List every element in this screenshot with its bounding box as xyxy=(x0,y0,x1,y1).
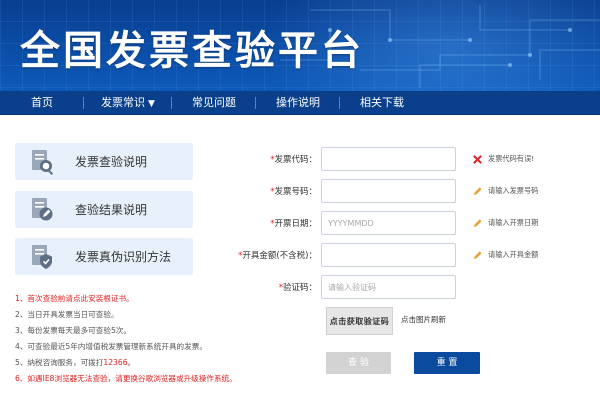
pencil-icon xyxy=(473,186,482,195)
invoice-amount-hint-text: 请输入开具金额 xyxy=(488,250,539,259)
nav-item-label: 常见问题 xyxy=(192,95,236,109)
query-button[interactable]: 查 验 xyxy=(326,352,391,374)
invoice-number-hint-text: 请输入发票号码 xyxy=(488,186,539,195)
form-row-amount: *开具金额(不含税)： xyxy=(230,243,456,267)
invoice-number-label-text: 发票号码： xyxy=(274,187,317,197)
note-hotline-prefix: 5、纳税咨询服务，可拨打 xyxy=(15,358,104,367)
note-five-years: 4、可查验最近5年内增值税发票管理新系统开具的发票。 xyxy=(15,342,207,351)
note-hotline-suffix: 。 xyxy=(127,358,136,367)
invoice-date-hint-text: 请输入开票日期 xyxy=(488,218,539,227)
invoice-number-input[interactable] xyxy=(321,179,456,203)
form-row-captcha: *验证码： xyxy=(230,275,456,299)
nav-item-instructions[interactable]: 操作说明 xyxy=(256,91,340,115)
invoice-number-label: *发票号码： xyxy=(270,187,317,197)
note-same-day: 2、当日开具发票当日可查验。 xyxy=(15,310,119,319)
document-shield-icon xyxy=(32,244,52,269)
invoice-date-hint: 请输入开票日期 xyxy=(472,211,538,235)
note-hotline: 5、纳税咨询服务，可拨打12366。 xyxy=(15,355,250,371)
page-title: 全国发票查验平台 xyxy=(20,28,364,74)
captcha-label: *验证码： xyxy=(278,283,317,293)
nav-item-label: 操作说明 xyxy=(276,95,320,109)
invoice-code-input[interactable] xyxy=(321,147,456,171)
invoice-date-label: *开票日期： xyxy=(270,219,317,229)
form-row-code: *发票代码： xyxy=(230,147,456,171)
captcha-input[interactable] xyxy=(321,275,456,299)
document-search-icon xyxy=(32,149,54,175)
invoice-code-hint: 发票代码有误! xyxy=(472,147,534,171)
notes-list: 1、首次查验前请点此安装根证书。 2、当日开具发票当日可查验。 3、每份发票每天… xyxy=(15,291,250,387)
note-install-certificate[interactable]: 1、首次查验前请点此安装根证书。 xyxy=(15,291,250,307)
captcha-image[interactable]: 点击获取验证码 xyxy=(326,307,393,335)
sidebar-card-check-instructions[interactable]: 发票查验说明 xyxy=(15,143,193,180)
pencil-icon xyxy=(473,250,482,259)
sidebar-card-authenticity-methods[interactable]: 发票真伪识别方法 xyxy=(15,238,193,275)
invoice-code-label: *发票代码： xyxy=(270,155,317,165)
nav-item-label: 发票常识 xyxy=(101,95,146,109)
invoice-code-hint-text: 发票代码有误! xyxy=(488,154,535,163)
form-row-date: *开票日期： xyxy=(230,211,456,235)
invoice-amount-label-text: 开具金额(不含税)： xyxy=(242,251,317,261)
chevron-down-icon: ▼ xyxy=(148,98,155,109)
form-row-number: *发票号码： xyxy=(230,179,456,203)
note-max-checks: 3、每份发票每天最多可查验5次。 xyxy=(15,326,131,335)
sidebar-card-label: 查验结果说明 xyxy=(75,203,148,217)
note-ie8: 6、如遇IE8浏览器无法查验，请更换谷歌浏览器或升级操作系统。 xyxy=(15,374,237,383)
nav-item-home[interactable]: 首页 xyxy=(0,91,84,115)
document-edit-icon xyxy=(32,197,53,220)
invoice-amount-input[interactable] xyxy=(321,243,456,267)
sidebar-card-label: 发票查验说明 xyxy=(75,155,148,169)
invoice-date-input[interactable] xyxy=(321,211,456,235)
invoice-number-hint: 请输入发票号码 xyxy=(472,179,538,203)
header-banner: 全国发票查验平台 xyxy=(0,0,600,91)
invoice-code-label-text: 发票代码： xyxy=(274,155,317,165)
error-x-icon xyxy=(473,154,482,164)
captcha-label-text: 验证码： xyxy=(282,283,317,293)
reset-button[interactable]: 重 置 xyxy=(414,352,480,374)
nav-item-label: 相关下载 xyxy=(360,95,404,109)
main-nav: 首页 发票常识 ▼ 常见问题 操作说明 相关下载 xyxy=(0,91,600,115)
nav-item-invoice-knowledge[interactable]: 发票常识 ▼ xyxy=(84,91,172,115)
invoice-amount-label: *开具金额(不含税)： xyxy=(238,251,317,261)
invoice-date-label-text: 开票日期： xyxy=(274,219,317,229)
hotline-number: 12366 xyxy=(103,358,128,367)
invoice-amount-hint: 请输入开具金额 xyxy=(472,243,538,267)
sidebar-card-result-instructions[interactable]: 查验结果说明 xyxy=(15,191,193,228)
captcha-refresh-link[interactable]: 点击图片刷新 xyxy=(401,314,446,325)
pencil-icon xyxy=(473,218,482,227)
nav-item-downloads[interactable]: 相关下载 xyxy=(340,91,424,115)
nav-item-label: 首页 xyxy=(31,95,53,109)
sidebar-card-label: 发票真伪识别方法 xyxy=(75,250,172,264)
nav-item-faq[interactable]: 常见问题 xyxy=(172,91,256,115)
